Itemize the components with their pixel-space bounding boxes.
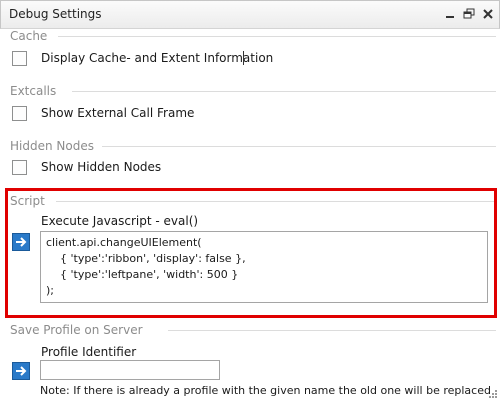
- hidden-nodes-legend: Hidden Nodes: [10, 139, 98, 153]
- hidden-nodes-checkbox[interactable]: [12, 160, 27, 175]
- cache-extent-label: Display Cache- and Extent Information: [41, 51, 274, 65]
- save-profile-button[interactable]: [12, 362, 30, 380]
- extcalls-divider: [72, 91, 496, 92]
- profile-note: Note: If there is already a profile with…: [40, 384, 491, 397]
- close-icon[interactable]: [481, 7, 495, 21]
- hidden-nodes-label: Show Hidden Nodes: [41, 160, 162, 174]
- arrow-right-icon: [16, 366, 27, 376]
- highlight-box: [5, 188, 497, 318]
- restore-icon[interactable]: [462, 7, 476, 21]
- title-bar: Debug Settings: [0, 0, 500, 29]
- cache-legend: Cache: [10, 29, 52, 43]
- profile-identifier-input[interactable]: [40, 360, 220, 380]
- external-call-frame-label: Show External Call Frame: [41, 106, 195, 120]
- cache-extent-checkbox[interactable]: [12, 51, 27, 66]
- resize-grip-icon[interactable]: [488, 388, 498, 398]
- text-caret: [243, 51, 244, 65]
- profile-legend: Save Profile on Server: [10, 323, 147, 337]
- external-call-frame-checkbox[interactable]: [12, 106, 27, 121]
- extcalls-legend: Extcalls: [10, 84, 61, 98]
- cache-divider: [58, 36, 496, 37]
- hidden-nodes-divider: [102, 146, 496, 147]
- minimize-icon[interactable]: [443, 7, 457, 21]
- window-title: Debug Settings: [9, 7, 102, 21]
- profile-divider: [168, 330, 496, 331]
- profile-identifier-label: Profile Identifier: [41, 345, 137, 359]
